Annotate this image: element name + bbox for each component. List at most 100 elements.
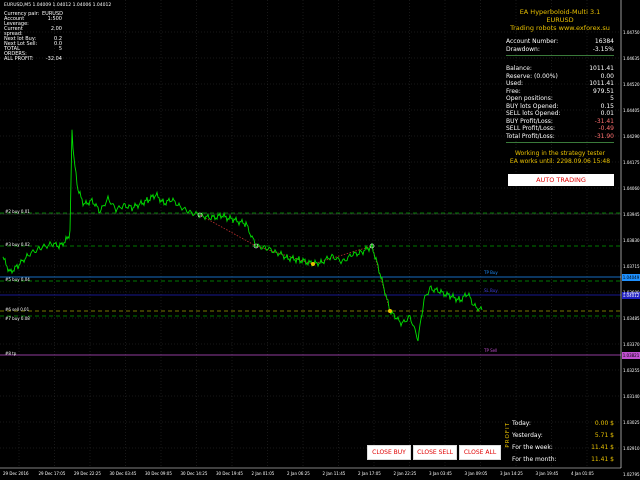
buy-pl-value: -31.41 bbox=[594, 117, 614, 125]
chart-info-block: EURUSD,M5 1.04009 1.04012 1.04006 1.0401… bbox=[4, 3, 111, 62]
time-axis-label: 29 Dec 22:25 bbox=[74, 471, 101, 476]
buy-lots-value: 0.15 bbox=[600, 102, 614, 110]
price-axis-label: 1.03600 bbox=[623, 290, 640, 295]
account-number-label: Account Number: bbox=[506, 38, 559, 45]
price-axis-label: 1.04290 bbox=[623, 134, 640, 139]
time-axis-label: 4 Jan 01:05 bbox=[571, 471, 594, 476]
account-number-value: 16384 bbox=[594, 38, 614, 45]
time-axis-label: 29 Dec 2016 bbox=[3, 471, 29, 476]
price-axis-label: 1.03025 bbox=[623, 420, 640, 425]
balance-value: 1011.41 bbox=[589, 65, 614, 72]
price-axis-label: 1.04635 bbox=[623, 56, 640, 61]
order-label-buy5: #5 buy 0.04 bbox=[5, 277, 30, 282]
profit-yesterday-label: Yesterday: bbox=[512, 432, 543, 439]
profit-month-label: For the month: bbox=[512, 456, 557, 463]
order-label-tp: #8 tp bbox=[5, 351, 17, 356]
sl-buy-label: SL Buy bbox=[484, 288, 498, 293]
time-axis-label: 30 Dec 19:45 bbox=[216, 471, 243, 476]
profit-month-value: 11.41 $ bbox=[591, 456, 614, 463]
time-axis-label: 30 Dec 03:45 bbox=[109, 471, 137, 476]
time-axis-label: 2 Jan 22:25 bbox=[393, 471, 417, 476]
price-axis-label: 1.02795 bbox=[623, 472, 640, 477]
ea-title: EA Hyperboloid-Multi 3.1 EURUSD bbox=[519, 8, 601, 24]
buy-lots-row: BUY lots Opened: 0.15 bbox=[506, 103, 614, 111]
ea-info-panel: EA Hyperboloid-Multi 3.1 EURUSD Trading … bbox=[506, 8, 614, 166]
time-axis-label: 2 Jan 01:05 bbox=[251, 471, 275, 476]
drawdown-value: -3.15% bbox=[592, 45, 614, 53]
price-axis-label: 1.03715 bbox=[623, 264, 640, 269]
info-value: -32.04 bbox=[45, 56, 62, 62]
free-label: Free: bbox=[506, 87, 521, 95]
order-label-buy7: #7 buy 0.08 bbox=[5, 316, 30, 321]
time-axis-label: 30 Dec 09:05 bbox=[145, 471, 172, 476]
open-positions-row: Open positions: 5 bbox=[506, 95, 614, 103]
status-tester: Working in the strategy tester bbox=[514, 150, 606, 157]
price-axis-label: 1.04175 bbox=[623, 160, 640, 165]
order-label-sell6: #6 sell 0.01 bbox=[5, 307, 30, 312]
sell-lots-row: SELL lots Opened: 0.01 bbox=[506, 110, 614, 118]
total-pl-value: -31.90 bbox=[594, 132, 614, 140]
sell-pl-label: SELL Profit/Loss: bbox=[506, 125, 556, 132]
info-label: ALL PROFIT: bbox=[4, 56, 34, 62]
balance-label: Balance: bbox=[506, 65, 532, 72]
sell-pl-row: SELL Profit/Loss: -0.49 bbox=[506, 125, 614, 133]
time-axis-label: 3 Jan 19:45 bbox=[535, 471, 559, 476]
used-row: Used: 1011.41 bbox=[506, 80, 614, 88]
auto-trading-button[interactable]: AUTO TRADING bbox=[508, 174, 614, 186]
used-value: 1011.41 bbox=[589, 80, 614, 87]
price-axis-label: 1.03945 bbox=[623, 212, 640, 217]
price-axis-label: 1.03140 bbox=[623, 394, 640, 399]
price-axis-label: 1.04520 bbox=[623, 82, 640, 87]
buy-pl-row: BUY Profit/Loss: -31.41 bbox=[506, 118, 614, 126]
free-row: Free: 979.51 bbox=[506, 88, 614, 96]
profit-week-label: For the week: bbox=[512, 444, 553, 451]
price-axis-label: 1.03485 bbox=[623, 316, 640, 321]
profit-today-row: Today: 0.00 $ bbox=[512, 418, 614, 430]
order-label-buy2: #2 buy 0.01 bbox=[5, 209, 30, 214]
close-all-button[interactable]: CLOSE ALL bbox=[459, 445, 501, 460]
info-row: ALL PROFIT: -32.04 bbox=[4, 57, 111, 62]
price-axis-label: 1.02910 bbox=[623, 446, 640, 451]
profit-week-row: For the week: 11.41 $ bbox=[512, 442, 614, 454]
ea-site: Trading robots www.exforex.su bbox=[510, 24, 610, 32]
profit-today-label: Today: bbox=[512, 420, 531, 427]
sell-lots-label: SELL lots Opened: bbox=[506, 110, 561, 117]
profit-today-value: 0.00 $ bbox=[594, 420, 614, 427]
time-axis-label: 30 Dec 14:25 bbox=[180, 471, 208, 476]
tp-buy-price-tag: 1.04049 bbox=[622, 274, 640, 281]
drawdown-label: Drawdown: bbox=[506, 45, 540, 53]
price-axis-label: 1.03370 bbox=[623, 342, 640, 347]
price-axis-label: 1.04060 bbox=[623, 186, 640, 191]
used-label: Used: bbox=[506, 80, 524, 87]
tp-buy-label: TP Buy bbox=[484, 270, 498, 275]
account-number-row: Account Number: 16384 bbox=[506, 38, 614, 46]
open-positions-label: Open positions: bbox=[506, 95, 553, 102]
close-sell-button[interactable]: CLOSE SELL bbox=[413, 445, 457, 460]
time-axis-label: 3 Jan 09:05 bbox=[464, 471, 488, 476]
profit-month-row: For the month: 11.41 $ bbox=[512, 454, 614, 466]
profit-summary: Today: 0.00 $ Yesterday: 5.71 $ For the we… bbox=[512, 418, 614, 466]
total-pl-label: Total Profit/Loss: bbox=[506, 132, 555, 140]
buy-pl-label: BUY Profit/Loss: bbox=[506, 117, 553, 125]
close-buy-button[interactable]: CLOSE BUY bbox=[367, 445, 411, 460]
price-axis-label: 1.04405 bbox=[623, 108, 640, 113]
free-value: 979.51 bbox=[593, 87, 614, 95]
profit-week-value: 11.41 $ bbox=[591, 444, 614, 451]
profit-yesterday-row: Yesterday: 5.71 $ bbox=[512, 430, 614, 442]
price-axis-label: 1.03830 bbox=[623, 238, 640, 243]
time-axis-label: 3 Jan 14:25 bbox=[500, 471, 523, 476]
ohlc-label: 1.04009 1.04012 1.04006 1.04012 bbox=[32, 3, 112, 8]
time-axis-label: 2 Jan 06:25 bbox=[287, 471, 310, 476]
chart-header: EURUSD,M5 1.04009 1.04012 1.04006 1.0401… bbox=[4, 3, 111, 8]
sell-pl-value: -0.49 bbox=[598, 125, 614, 132]
open-positions-value: 5 bbox=[610, 95, 614, 102]
price-axis-label: 1.03255 bbox=[623, 368, 640, 373]
trade-marker bbox=[388, 309, 392, 313]
symbol-label: EURUSD,M5 bbox=[4, 3, 32, 8]
time-axis-label: 2 Jan 11:45 bbox=[322, 471, 346, 476]
balance-row: Balance: 1011.41 bbox=[506, 65, 614, 73]
profit-yesterday-value: 5.71 $ bbox=[594, 432, 614, 439]
sell-lots-value: 0.01 bbox=[600, 110, 614, 117]
price-axis-label: 1.04750 bbox=[623, 30, 640, 35]
profit-vertical-label: PROFIT bbox=[505, 422, 511, 448]
